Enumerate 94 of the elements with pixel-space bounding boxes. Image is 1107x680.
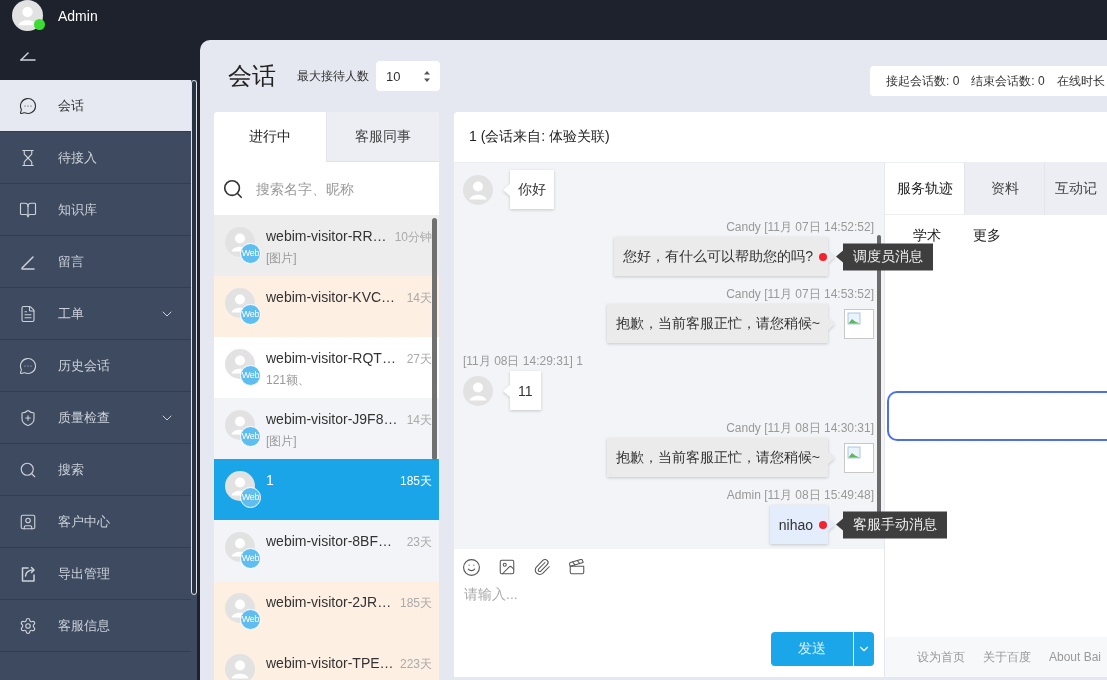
- avatar-icon: [463, 174, 493, 205]
- search-icon: [222, 177, 244, 200]
- conversation-item[interactable]: Web webim-visitor-J9F8… 14天 [图片]: [214, 398, 439, 459]
- visitor-name: webim-visitor-TPE…: [266, 654, 394, 672]
- tab[interactable]: 客服同事: [326, 112, 439, 162]
- search-icon: [19, 460, 37, 479]
- broken-image-icon: [844, 308, 874, 339]
- tab[interactable]: 资料: [965, 163, 1045, 214]
- conversation-item[interactable]: Web webim-visitor-KVC… 14天: [214, 276, 439, 337]
- time-text: 27天: [406, 351, 432, 368]
- document-icon: [19, 304, 37, 323]
- scrollbar-thumb[interactable]: [191, 80, 197, 595]
- visitor-name: webim-visitor-8BF…: [266, 532, 392, 550]
- visitor-name: webim-visitor-RR…: [266, 227, 387, 245]
- user-card-icon: [19, 512, 37, 531]
- nav-item[interactable]: 会话: [0, 80, 191, 132]
- bubble-tail-icon: [503, 384, 510, 397]
- message-text: 11: [518, 382, 533, 399]
- avatar-icon: [225, 654, 255, 680]
- time-text: 223天: [399, 656, 432, 673]
- time-text: 23天: [406, 534, 432, 551]
- preview-text: 121额、: [266, 372, 311, 388]
- clapperboard-icon[interactable]: [568, 558, 586, 576]
- search-field[interactable]: [887, 391, 1107, 441]
- message-meta: Candy [11月 08日 14:30:31]: [726, 421, 874, 435]
- message-meta: [11月 08日 14:29:31] 1: [463, 354, 583, 368]
- book-icon: [19, 200, 37, 219]
- preview-text: [图片]: [266, 250, 297, 266]
- tooltip-text: 客服手动消息: [853, 515, 937, 534]
- time-text: 14天: [406, 412, 432, 429]
- time-text: 10分钟: [394, 229, 432, 246]
- time-text: 14天: [406, 290, 432, 307]
- max-visitors-label: 最大接待人数: [297, 67, 369, 85]
- web-badge: Web: [240, 548, 261, 569]
- tooltip-text: 调度员消息: [853, 247, 923, 266]
- message-meta: Candy [11月 07日 14:53:52]: [726, 287, 874, 301]
- conversation-item[interactable]: webim-visitor-TPE… 223天: [214, 642, 439, 680]
- visitor-name: webim-visitor-2JR…: [266, 593, 392, 611]
- web-badge: Web: [240, 609, 261, 630]
- visitor-name: webim-visitor-RQT…: [266, 349, 396, 367]
- visitor-name: webim-visitor-KVC…: [266, 288, 396, 306]
- conversation-item[interactable]: Web webim-visitor-8BF… 23天: [214, 520, 439, 581]
- smiley-icon[interactable]: [462, 557, 481, 577]
- nav-link[interactable]: 学术: [913, 227, 941, 243]
- message-meta: Candy [11月 07日 14:52:52]: [726, 220, 874, 234]
- chat-title: 1 (会话来自: 体验关联): [469, 128, 610, 146]
- tooltip-tail-icon: [836, 250, 843, 263]
- message-meta: Admin [11月 08日 15:49:48]: [726, 488, 874, 502]
- web-badge: Web: [240, 426, 261, 447]
- settings-icon: [19, 616, 37, 635]
- preview-text: [图片]: [266, 433, 297, 449]
- avatar-icon: [12, 0, 43, 31]
- search-field[interactable]: 搜索名字、昵称: [254, 179, 427, 198]
- user-name: Admin: [58, 7, 98, 24]
- web-badge: Web: [240, 365, 261, 386]
- message-text: nihao: [778, 516, 813, 533]
- broken-image-icon: [844, 442, 874, 473]
- chat-bubble-icon: [19, 356, 37, 375]
- up-down-arrows-icon[interactable]: [424, 70, 430, 82]
- bubble-tail-icon: [828, 451, 835, 464]
- paperclip-icon[interactable]: [533, 558, 551, 576]
- stat-text: 结束会话数: 0: [971, 72, 1045, 90]
- bubble-tail-icon: [503, 183, 510, 196]
- chat-bubble-icon: [19, 96, 37, 115]
- nav-item[interactable]: 客服信息: [0, 600, 191, 652]
- visitor-name: webim-visitor-J9F8…: [266, 410, 398, 428]
- tab[interactable]: 互动记: [1045, 163, 1107, 214]
- page-title: 会话: [228, 61, 276, 91]
- web-badge: Web: [240, 487, 261, 508]
- web-badge: Web: [240, 304, 261, 325]
- tooltip-tail-icon: [836, 518, 843, 531]
- message-input[interactable]: 请输入...: [462, 586, 874, 626]
- message-text: 抱歉，当前客服正忙，请您稍候~: [615, 448, 820, 467]
- stat-text: 接起会话数: 0: [886, 72, 960, 90]
- scrollbar-thumb[interactable]: [432, 218, 437, 460]
- visitor-name: 1: [266, 471, 274, 489]
- stat-text: 在线时长: [1056, 72, 1105, 90]
- message-text: 你好: [518, 180, 546, 199]
- number-input[interactable]: 10: [376, 61, 440, 91]
- message-text: 抱歉，当前客服正忙，请您稍候~: [615, 314, 820, 333]
- conversation-item[interactable]: Web webim-visitor-2JR… 185天: [214, 581, 439, 642]
- time-text: 185天: [399, 595, 432, 612]
- conversation-item[interactable]: Web webim-visitor-RR… 10分钟 [图片]: [214, 215, 439, 276]
- web-badge: Web: [240, 243, 261, 264]
- shield-plus-icon: [19, 408, 37, 427]
- image-icon[interactable]: [498, 558, 516, 576]
- angle-icon[interactable]: [20, 50, 36, 61]
- export-arrow-icon: [19, 564, 37, 583]
- hourglass-icon: [19, 148, 37, 167]
- avatar-icon: [463, 375, 493, 406]
- bubble-tail-icon: [828, 317, 835, 330]
- time-text: 185天: [399, 473, 432, 490]
- message-text: 您好，有什么可以帮助您的吗?: [623, 247, 813, 266]
- nav-link[interactable]: 更多: [973, 227, 1001, 243]
